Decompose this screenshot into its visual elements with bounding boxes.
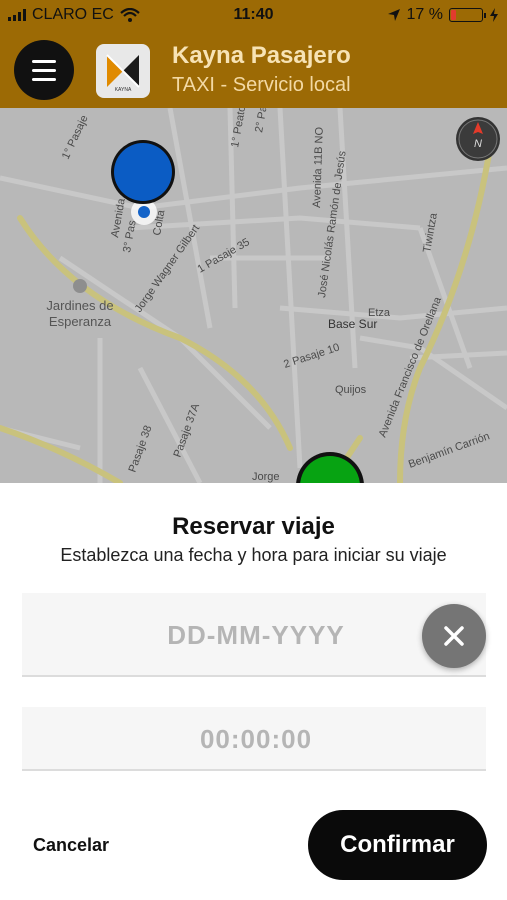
compass-icon[interactable]: N — [456, 117, 500, 161]
kayna-logo-icon: KAYNA — [106, 54, 140, 93]
battery-percentage: 17 % — [406, 6, 443, 23]
svg-text:N: N — [474, 138, 482, 150]
date-input[interactable] — [22, 593, 490, 677]
cancel-button[interactable]: Cancelar — [33, 835, 109, 856]
booking-title: Reservar viaje — [172, 513, 335, 540]
battery-icon — [449, 8, 486, 22]
app-logo: KAYNA — [96, 44, 150, 98]
svg-text:Esperanza: Esperanza — [49, 314, 112, 329]
map-view[interactable]: Jardines de Esperanza 1° Pasaje 1° Peato… — [0, 108, 507, 483]
clear-date-button[interactable] — [422, 604, 486, 668]
booking-sheet: Reservar viaje Establezca una fecha y ho… — [0, 483, 507, 900]
close-icon — [444, 626, 464, 646]
app-header: KAYNA Kayna Pasajero TAXI - Servicio loc… — [0, 32, 507, 108]
status-bar: CLARO EC 11:40 17 % — [0, 0, 507, 32]
svg-text:Quijos: Quijos — [335, 384, 367, 396]
svg-text:KAYNA: KAYNA — [115, 87, 132, 93]
app-title: Kayna Pasajero — [172, 42, 351, 69]
charging-icon — [490, 8, 498, 22]
svg-text:Jardines de: Jardines de — [46, 298, 113, 313]
booking-subtitle: Establezca una fecha y hora para iniciar… — [60, 545, 447, 565]
menu-button[interactable] — [14, 40, 74, 100]
svg-text:Base Sur: Base Sur — [328, 317, 377, 331]
svg-text:Etza: Etza — [368, 307, 391, 319]
svg-text:Jorge: Jorge — [252, 471, 280, 483]
confirm-button[interactable]: Confirmar — [308, 810, 487, 880]
app-subtitle: TAXI - Servicio local — [172, 74, 351, 96]
date-field[interactable] — [22, 593, 490, 677]
location-arrow-icon — [387, 9, 400, 21]
park-poi-icon — [73, 279, 87, 293]
time-input[interactable] — [22, 707, 490, 771]
hamburger-icon — [32, 59, 56, 63]
time-field[interactable] — [22, 707, 490, 771]
